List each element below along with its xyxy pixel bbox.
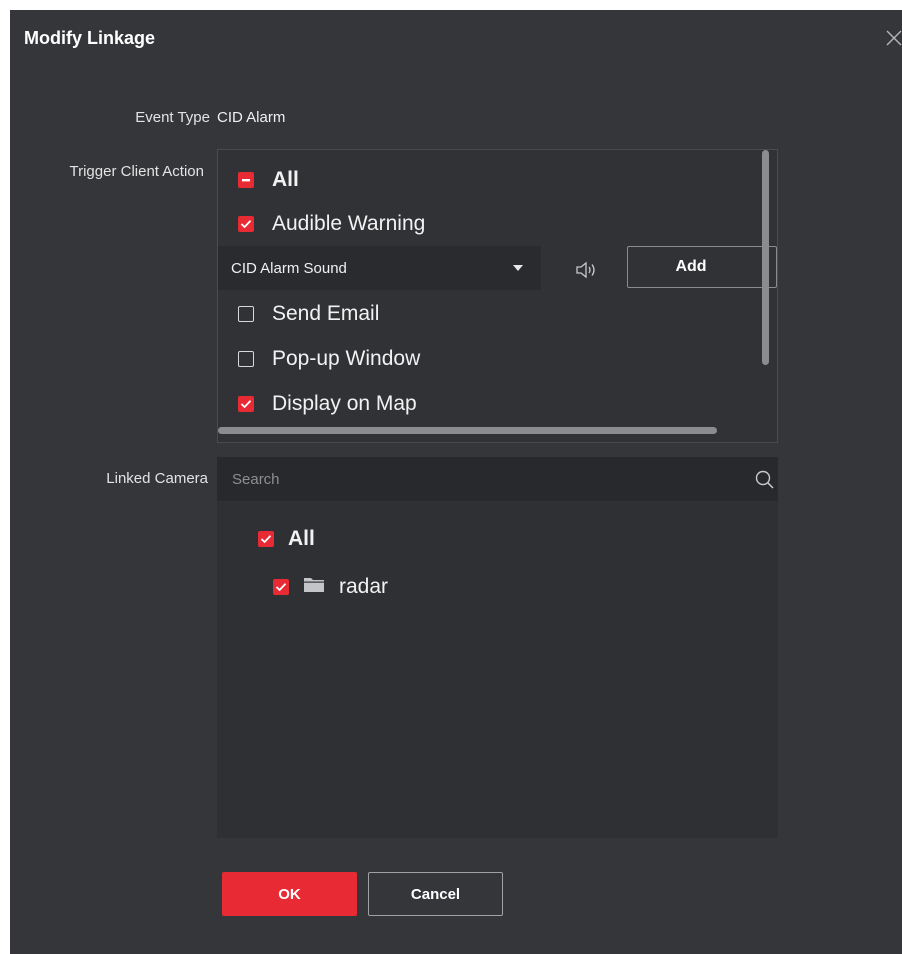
- trigger-client-action-label: Trigger Client Action: [69, 163, 204, 180]
- checkbox-unchecked-icon[interactable]: [238, 351, 254, 367]
- action-item-label: All: [272, 168, 299, 191]
- event-type-label: Event Type: [135, 109, 210, 126]
- alarm-sound-select[interactable]: CID Alarm Sound: [218, 246, 541, 290]
- tree-node-label: radar: [339, 575, 389, 598]
- checkbox-unchecked-icon[interactable]: [238, 306, 254, 322]
- dialog-title: Modify Linkage: [24, 28, 156, 48]
- action-item-display-on-map[interactable]: Display on Map: [238, 392, 417, 416]
- action-item-send-email[interactable]: Send Email: [238, 302, 379, 326]
- checkbox-checked-icon[interactable]: [258, 531, 274, 547]
- camera-search-input[interactable]: [217, 457, 727, 501]
- alarm-sound-value: CID Alarm Sound: [231, 259, 347, 277]
- horizontal-scrollbar[interactable]: [218, 427, 717, 434]
- action-item-audible-warning[interactable]: Audible Warning: [238, 212, 425, 236]
- checkbox-checked-icon[interactable]: [273, 579, 289, 595]
- close-icon[interactable]: [886, 30, 902, 46]
- action-item-label: Display on Map: [272, 392, 417, 415]
- event-type-value: CID Alarm: [217, 109, 286, 126]
- camera-tree: All radar: [217, 501, 778, 838]
- search-icon[interactable]: [755, 470, 775, 495]
- chevron-down-icon: [513, 265, 523, 271]
- tree-node-all[interactable]: All: [258, 527, 315, 551]
- action-item-label: Pop-up Window: [272, 347, 421, 370]
- trigger-client-action-list: All Audible Warning CID Alarm Sound Add …: [217, 149, 778, 443]
- camera-search-bar: [217, 457, 778, 501]
- cancel-button[interactable]: Cancel: [368, 872, 503, 916]
- tree-node-radar[interactable]: radar: [273, 575, 388, 599]
- action-item-label: Send Email: [272, 302, 380, 325]
- speaker-icon[interactable]: [575, 260, 599, 285]
- folder-icon: [303, 576, 325, 598]
- action-item-label: Audible Warning: [272, 212, 426, 235]
- modify-linkage-dialog: Modify Linkage Event Type CID Alarm Trig…: [10, 10, 902, 954]
- action-item-popup-window[interactable]: Pop-up Window: [238, 347, 420, 371]
- checkbox-checked-icon[interactable]: [238, 216, 254, 232]
- checkbox-partial-icon[interactable]: [238, 172, 254, 188]
- ok-button[interactable]: OK: [222, 872, 357, 916]
- add-sound-button[interactable]: Add: [627, 246, 777, 288]
- vertical-scrollbar[interactable]: [762, 150, 769, 365]
- checkbox-checked-icon[interactable]: [238, 396, 254, 412]
- linked-camera-label: Linked Camera: [106, 470, 208, 487]
- tree-node-label: All: [288, 527, 315, 550]
- action-item-all[interactable]: All: [238, 168, 299, 192]
